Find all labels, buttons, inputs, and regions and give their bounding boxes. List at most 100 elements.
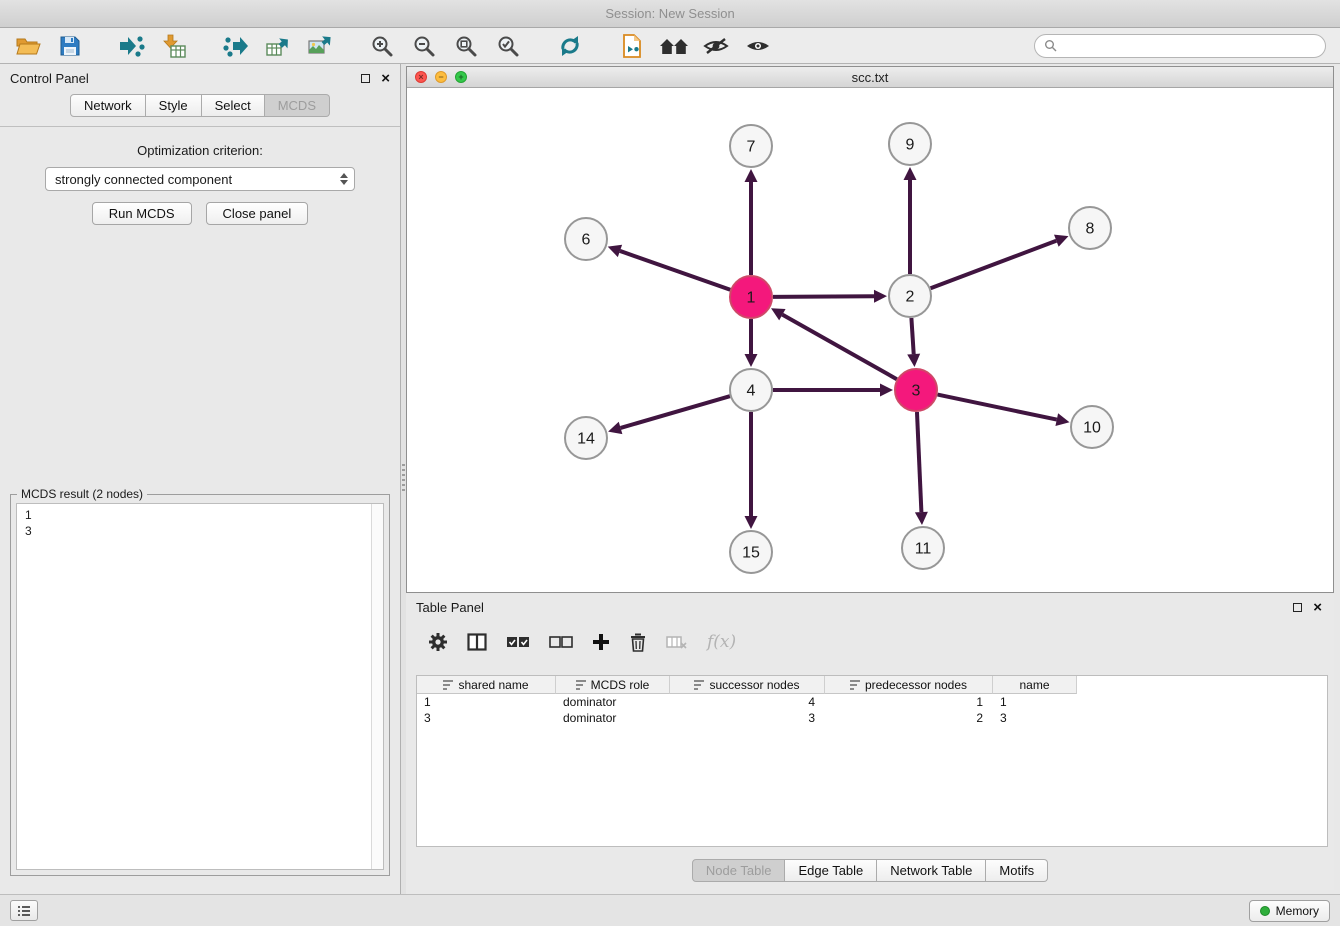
optimization-criterion-label: Optimization criterion: — [0, 143, 400, 158]
graph-edge-3-1[interactable] — [782, 315, 896, 380]
cell-shared-name[interactable]: 1 — [417, 694, 556, 710]
graph-node-label: 3 — [912, 383, 921, 400]
home-icon — [658, 36, 690, 56]
zoom-window-button[interactable]: + — [455, 71, 467, 83]
create-column-button[interactable] — [592, 633, 610, 651]
select-all-columns-button[interactable] — [506, 634, 530, 650]
tab-select[interactable]: Select — [202, 94, 265, 117]
column-header-predecessor-nodes[interactable]: predecessor nodes — [825, 676, 993, 694]
table-row[interactable]: 1 dominator 4 1 1 — [417, 694, 1327, 710]
graph-edge-1-6[interactable] — [620, 251, 730, 290]
network-canvas[interactable]: 7968124314101511 — [407, 88, 1333, 592]
tab-node-table[interactable]: Node Table — [692, 859, 786, 882]
column-label: successor nodes — [709, 678, 799, 692]
run-mcds-button[interactable]: Run MCDS — [92, 202, 192, 225]
save-session-button[interactable] — [52, 31, 88, 61]
column-header-shared-name[interactable]: shared name — [417, 676, 556, 694]
control-panel-tabs: Network Style Select MCDS — [0, 94, 400, 117]
status-menu-button[interactable] — [10, 900, 38, 921]
close-panel-button[interactable]: Close panel — [206, 202, 309, 225]
column-label: predecessor nodes — [865, 678, 967, 692]
column-header-name[interactable]: name — [993, 676, 1077, 694]
open-session-button[interactable] — [10, 31, 46, 61]
graph-edge-1-2[interactable] — [773, 296, 874, 297]
result-scrollbar[interactable] — [371, 504, 383, 869]
delete-table-icon — [666, 633, 688, 651]
hide-details-button[interactable] — [698, 31, 734, 61]
tab-mcds[interactable]: MCDS — [265, 94, 330, 117]
zoom-in-button[interactable] — [364, 31, 400, 61]
tab-network[interactable]: Network — [70, 94, 146, 117]
tab-network-table[interactable]: Network Table — [877, 859, 986, 882]
table-settings-button[interactable] — [428, 632, 448, 652]
graph-node-label: 15 — [742, 545, 760, 562]
cell-successor-nodes[interactable]: 4 — [670, 694, 825, 710]
table-panel: Table Panel × — [406, 594, 1334, 890]
column-header-mcds-role[interactable]: MCDS role — [556, 676, 670, 694]
graph-edge-arrowhead — [745, 516, 758, 529]
import-network-button[interactable] — [114, 31, 150, 61]
memory-button[interactable]: Memory — [1249, 900, 1330, 922]
refresh-button[interactable] — [552, 31, 588, 61]
graph-edge-2-3[interactable] — [911, 318, 913, 354]
mcds-result-list: 1 3 — [17, 504, 371, 869]
list-icon — [17, 905, 31, 917]
network-graph[interactable]: 7968124314101511 — [407, 88, 1333, 592]
window-titlebar[interactable]: Session: New Session — [0, 0, 1340, 28]
network-window-titlebar[interactable]: × − + scc.txt — [407, 67, 1333, 88]
zoom-selected-icon — [496, 34, 520, 58]
export-image-button[interactable] — [302, 31, 338, 61]
tab-motifs[interactable]: Motifs — [986, 859, 1048, 882]
window-title: Session: New Session — [605, 6, 734, 21]
share-document-button[interactable] — [614, 31, 650, 61]
close-panel-icon[interactable]: × — [381, 71, 390, 86]
optimization-criterion-select[interactable]: strongly connected component — [45, 167, 355, 191]
close-window-button[interactable]: × — [415, 71, 427, 83]
search-input[interactable] — [1062, 39, 1316, 53]
mcds-result-area: 1 3 — [16, 503, 384, 870]
float-panel-icon[interactable] — [361, 74, 370, 83]
unselect-all-columns-button[interactable] — [549, 634, 573, 650]
delete-column-button[interactable] — [629, 632, 647, 652]
export-network-icon — [223, 34, 249, 58]
column-type-icon — [576, 680, 587, 690]
graph-edge-arrowhead — [608, 422, 622, 434]
columns-icon — [467, 633, 487, 651]
memory-label: Memory — [1276, 904, 1319, 918]
cell-mcds-role[interactable]: dominator — [556, 710, 670, 726]
cell-predecessor-nodes[interactable]: 2 — [825, 710, 993, 726]
control-panel-title: Control Panel — [10, 71, 89, 86]
minimize-window-button[interactable]: − — [435, 71, 447, 83]
open-folder-icon — [15, 35, 41, 57]
close-table-panel-icon[interactable]: × — [1313, 600, 1322, 615]
zoom-selected-button[interactable] — [490, 31, 526, 61]
graph-edge-2-8[interactable] — [931, 241, 1057, 289]
tab-edge-table[interactable]: Edge Table — [785, 859, 877, 882]
cell-shared-name[interactable]: 3 — [417, 710, 556, 726]
export-table-button[interactable] — [260, 31, 296, 61]
zoom-fit-button[interactable] — [448, 31, 484, 61]
unchecked-boxes-icon — [549, 634, 573, 650]
cell-name[interactable]: 3 — [993, 710, 1077, 726]
home-network-button[interactable] — [656, 31, 692, 61]
column-header-successor-nodes[interactable]: successor nodes — [670, 676, 825, 694]
graph-edge-3-11[interactable] — [917, 412, 921, 512]
table-panel-header: Table Panel × — [406, 594, 1334, 620]
search-box[interactable] — [1034, 34, 1326, 58]
show-columns-button[interactable] — [467, 633, 487, 651]
graph-edge-4-14[interactable] — [621, 396, 730, 428]
zoom-out-button[interactable] — [406, 31, 442, 61]
tab-style[interactable]: Style — [146, 94, 202, 117]
graph-edge-arrowhead — [907, 354, 920, 367]
cell-name[interactable]: 1 — [993, 694, 1077, 710]
cell-predecessor-nodes[interactable]: 1 — [825, 694, 993, 710]
float-table-panel-icon[interactable] — [1293, 603, 1302, 612]
table-panel-tabs: Node Table Edge Table Network Table Moti… — [406, 859, 1334, 882]
export-network-button[interactable] — [218, 31, 254, 61]
import-table-button[interactable] — [156, 31, 192, 61]
graph-edge-3-10[interactable] — [938, 395, 1057, 420]
table-row[interactable]: 3 dominator 3 2 3 — [417, 710, 1327, 726]
cell-successor-nodes[interactable]: 3 — [670, 710, 825, 726]
show-details-button[interactable] — [740, 31, 776, 61]
cell-mcds-role[interactable]: dominator — [556, 694, 670, 710]
